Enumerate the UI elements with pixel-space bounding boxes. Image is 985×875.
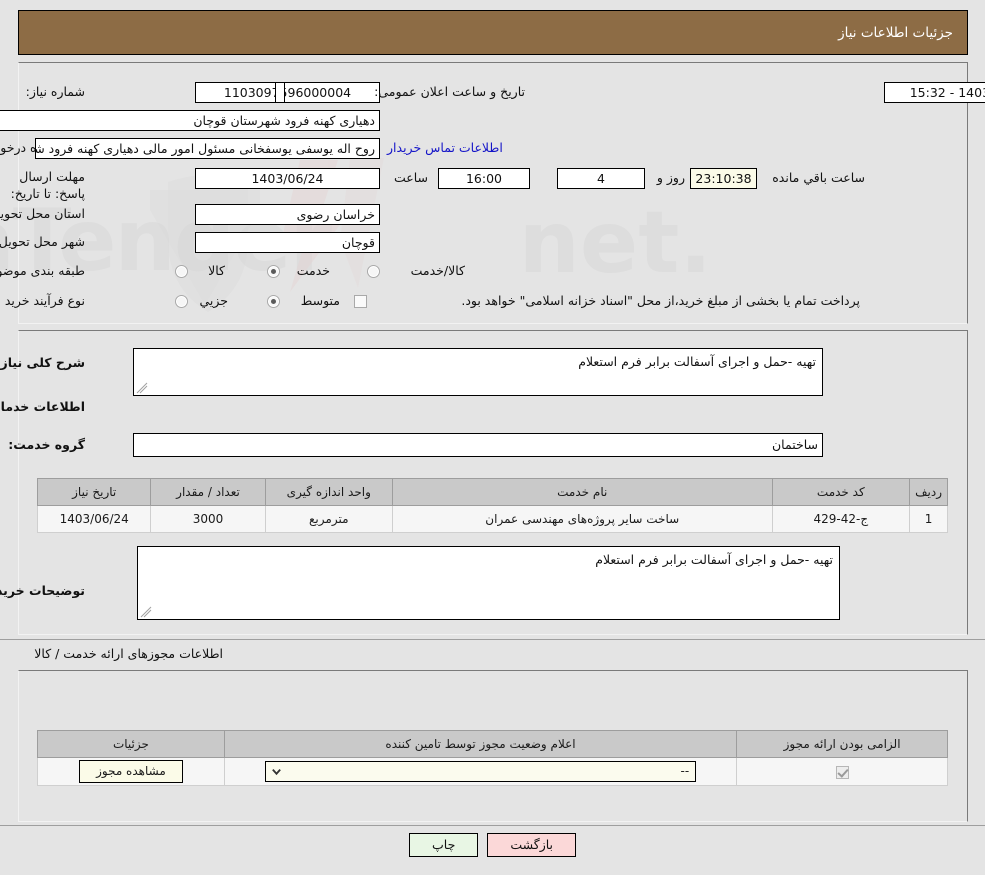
remaining-days-value: 4 (557, 168, 645, 189)
cell-row: 1 (909, 505, 948, 533)
cell-unit: مترمربع (264, 505, 393, 533)
cell-name: ساخت سایر پروژه‌های مهندسی عمران (391, 505, 773, 533)
service-group-value: ساختمان (133, 433, 823, 457)
col-unit: واحد اندازه گیری (264, 478, 393, 506)
need-number-value: 1103097596000004 (195, 82, 380, 103)
table-row: 1 ج-42-429 ساخت سایر پروژه‌های مهندسی عم… (36, 505, 948, 533)
page-title: جزئیات اطلاعات نیاز (838, 24, 953, 41)
radio-process-motavaset[interactable] (267, 295, 280, 308)
deadline-date-value: 1403/06/24 (195, 168, 380, 189)
services-table-header-row: ردیف کد خدمت نام خدمت واحد اندازه گیری ت… (36, 478, 948, 506)
col-permit-required: الزامی بودن ارائه مجوز (736, 730, 948, 758)
permits-table-header-row: الزامی بودن ارائه مجوز اعلام وضعیت مجوز … (37, 730, 948, 758)
footer-divider (0, 825, 985, 826)
radio-category-kala[interactable] (175, 265, 188, 278)
deadline-time-value: 16:00 (438, 168, 530, 189)
services-section-title: اطلاعات خدمات مورد نیاز (0, 399, 85, 414)
chevron-down-icon (272, 769, 281, 776)
buyer-notes-value: تهیه -حمل و اجرای آسفالت برابر فرم استعل… (595, 552, 833, 567)
services-table: ردیف کد خدمت نام خدمت واحد اندازه گیری ت… (36, 478, 948, 533)
view-permit-button[interactable]: مشاهده مجوز (79, 760, 183, 783)
treasury-note-checkbox[interactable] (354, 295, 367, 308)
footer-button-bar: بازگشت چاپ (0, 833, 985, 857)
category-label: طبقه بندی موضوعی: (0, 263, 85, 278)
process-option-motavaset-label: متوسط (300, 293, 340, 308)
cell-code: ج-42-429 (771, 505, 911, 533)
permits-table: الزامی بودن ارائه مجوز اعلام وضعیت مجوز … (37, 730, 948, 786)
col-permit-status: اعلام وضعیت مجوز توسط تامین کننده (223, 730, 738, 758)
cell-permit-details: مشاهده مجوز (37, 757, 225, 786)
buyer-contact-link[interactable]: اطلاعات تماس خریدار (387, 140, 503, 155)
delivery-province-label: استان محل تحویل: (0, 206, 85, 221)
category-option-kala-label: کالا (208, 263, 225, 278)
general-description-label: شرح کلی نیاز: (0, 355, 85, 370)
permits-section-title: اطلاعات مجوزهای ارائه خدمت / کالا (34, 646, 223, 661)
announce-datetime-value: 1403/06/19 - 15:32 (884, 82, 985, 103)
permit-required-checkbox (835, 765, 849, 779)
buyer-org-value: دهیاری کهنه فرود شهرستان قوچان (0, 110, 380, 131)
radio-category-khedmat[interactable] (267, 265, 280, 278)
page-root: AriaTender .net جزئیات اطلاعات نیاز شمار… (0, 0, 985, 875)
cell-permit-status: -- (223, 757, 738, 786)
service-group-label: گروه خدمت: (8, 437, 85, 452)
print-button[interactable]: چاپ (409, 833, 479, 857)
buyer-notes-box[interactable]: تهیه -حمل و اجرای آسفالت برابر فرم استعل… (137, 546, 840, 620)
remaining-clock-value: 23:10:38 (690, 168, 757, 189)
back-button[interactable]: بازگشت (487, 833, 577, 857)
page-header-bar: جزئیات اطلاعات نیاز (18, 10, 968, 55)
treasury-note-text: پرداخت تمام یا بخشی از مبلغ خرید،از محل … (461, 293, 860, 308)
permit-status-selected-value: -- (680, 764, 690, 778)
col-need-date: تاریخ نیاز (36, 478, 152, 506)
delivery-province-value: خراسان رضوی (195, 204, 380, 225)
col-permit-details: جزئیات (37, 730, 225, 758)
delivery-city-label: شهر محل تحویل: (0, 234, 85, 249)
col-name: نام خدمت (391, 478, 773, 506)
permit-status-select[interactable]: -- (264, 761, 697, 782)
col-code: کد خدمت (771, 478, 911, 506)
deadline-time-label: ساعت (393, 170, 428, 185)
process-option-jozii-label: جزیي (199, 293, 228, 308)
col-row: ردیف (909, 478, 948, 506)
general-description-value: تهیه -حمل و اجرای آسفالت برابر فرم استعل… (578, 354, 816, 369)
general-description-box[interactable]: تهیه -حمل و اجرای آسفالت برابر فرم استعل… (133, 348, 823, 396)
radio-process-jozii[interactable] (175, 295, 188, 308)
remaining-suffix-label: ساعت باقي مانده (772, 170, 865, 185)
radio-category-kala-khedmat[interactable] (367, 265, 380, 278)
category-option-khedmat-label: خدمت (296, 263, 330, 278)
resize-grip-icon[interactable] (140, 606, 152, 618)
cell-permit-required (736, 757, 948, 786)
col-quantity: تعداد / مقدار (150, 478, 266, 506)
delivery-city-value: قوچان (195, 232, 380, 253)
announce-datetime-label: تاریخ و ساعت اعلان عمومی: (374, 84, 525, 99)
section-divider (0, 639, 985, 640)
deadline-label: مهلت ارسال پاسخ: تا تاریخ: (10, 169, 85, 201)
purchase-process-label: نوع فرآیند خرید : (0, 293, 85, 308)
general-info-panel (18, 62, 968, 324)
buyer-notes-label: توضیحات خریدار: (0, 583, 85, 598)
need-number-label: شماره نیاز: (25, 84, 85, 99)
request-creator-value: روح اله یوسفی یوسفخانی مسئول امور مالی د… (35, 138, 380, 159)
cell-need-date: 1403/06/24 (36, 505, 152, 533)
resize-grip-icon[interactable] (136, 382, 148, 394)
table-row: -- مشاهده مجوز (37, 757, 948, 786)
cell-quantity: 3000 (150, 505, 266, 533)
remaining-days-label: روز و (656, 170, 685, 185)
category-option-kala-khedmat-label: کالا/خدمت (410, 263, 465, 278)
